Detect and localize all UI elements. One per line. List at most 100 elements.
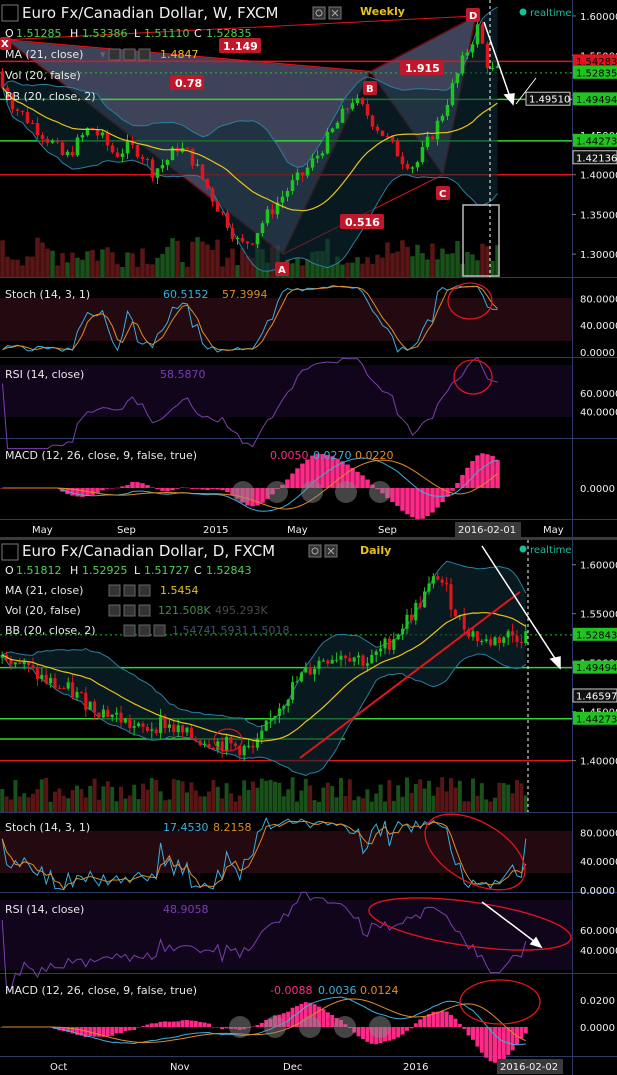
macd-hist-bar	[300, 463, 305, 488]
candle-body	[370, 654, 374, 664]
weekly-bb-label[interactable]: BB (20, close, 2)	[5, 90, 96, 103]
macd-hist-bar	[391, 1027, 396, 1040]
macd-hist-bar	[395, 488, 400, 506]
svg-text:▾: ▾	[100, 48, 106, 61]
macd-hist-bar	[470, 461, 475, 488]
weekly-stoch-label[interactable]: Stoch (14, 3, 1)	[5, 288, 90, 301]
volume-bar	[485, 246, 490, 277]
candle-body	[194, 738, 198, 741]
macd-hist-bar	[325, 1012, 330, 1027]
volume-bar	[355, 257, 360, 277]
volume-bar	[334, 797, 339, 812]
volume-bar	[490, 260, 495, 277]
macd-hist-bar	[215, 488, 220, 490]
weekly-macd-label[interactable]: MACD (12, 26, close, 9, false, true)	[5, 449, 197, 462]
candle-body	[431, 576, 435, 584]
weekly-zoom-out-icon[interactable]	[266, 481, 288, 503]
osc-tick-label: 40.0000	[580, 321, 617, 332]
daily-header-gear-icon[interactable]	[308, 544, 322, 558]
volume-bar	[523, 795, 528, 812]
candle-body	[110, 714, 114, 717]
macd-hist-bar	[149, 1023, 154, 1027]
volume-bar	[286, 789, 291, 812]
weekly-ma-icons[interactable]	[108, 48, 151, 61]
weekly-stoch-panel[interactable]: Stoch (14, 3, 1) 60.5152 57.3994 80.0000…	[0, 282, 617, 359]
macd-hist-bar	[145, 485, 150, 488]
daily-stoch-panel[interactable]: Stoch (14, 3, 1) 17.4530 8.2158 80.0000 4…	[0, 799, 617, 906]
weekly-scroll-left-icon[interactable]	[232, 481, 254, 503]
weekly-title[interactable]: Euro Fx/Canadian Dollar, W, FXCM	[22, 4, 278, 22]
macd-hist-bar	[410, 488, 415, 518]
daily-macd-label[interactable]: MACD (12, 26, close, 9, false, true)	[5, 984, 197, 997]
daily-rsi-label[interactable]: RSI (14, close)	[5, 903, 84, 916]
candle-body	[264, 720, 268, 731]
weekly-stoch-k: 60.5152	[163, 288, 209, 301]
candle-body	[247, 745, 251, 747]
daily-rsi-panel[interactable]: RSI (14, close) 48.9058 60.0000 40.0000	[0, 888, 617, 991]
volume-bar	[427, 780, 431, 812]
candle-body	[40, 135, 45, 139]
candle-body	[280, 196, 285, 203]
volume-bar	[105, 781, 110, 812]
daily-macd-highlight	[459, 979, 541, 1025]
volume-bar	[57, 788, 62, 812]
daily-bb-label[interactable]: BB (20, close, 2)	[5, 624, 96, 637]
volume-bar	[299, 790, 304, 812]
candle-body	[374, 651, 378, 655]
weekly-ma-label[interactable]: MA (21, close)	[5, 48, 83, 61]
weekly-realtime-label: realtime	[530, 8, 572, 19]
candle-body	[225, 736, 229, 752]
volume-bar	[300, 265, 305, 277]
candle-body	[66, 682, 70, 689]
weekly-vol-label[interactable]: Vol (20, false)	[5, 69, 81, 82]
macd-hist-bar	[390, 488, 395, 503]
weekly-scroll-right-icon[interactable]	[369, 481, 391, 503]
volume-bar	[242, 780, 247, 812]
price-tag-label: 1.49494	[576, 663, 617, 674]
daily-scroll-left-icon[interactable]	[229, 1016, 251, 1038]
daily-stoch-label[interactable]: Stoch (14, 3, 1)	[5, 821, 90, 834]
daily-ma-icons[interactable]	[108, 584, 151, 597]
daily-bb-icons[interactable]	[123, 624, 166, 637]
weekly-rsi-label[interactable]: RSI (14, close)	[5, 368, 84, 381]
daily-zoom-out-icon[interactable]	[264, 1016, 286, 1038]
candle-body	[335, 122, 340, 129]
weekly-zoom-in-icon[interactable]	[335, 481, 357, 503]
macd-hist-bar	[110, 1027, 115, 1036]
daily-vol-icons[interactable]	[108, 604, 151, 617]
candle-body	[154, 729, 158, 734]
candle-body	[75, 137, 80, 156]
weekly-time-axis[interactable]: May Sep 2015 May Sep 2016-02-01 May	[32, 522, 564, 537]
volume-bar	[70, 252, 75, 277]
volume-bar	[457, 780, 462, 812]
macd-hist-bar	[114, 1027, 119, 1034]
candle-body	[405, 614, 409, 629]
daily-macd-histogram	[0, 996, 528, 1064]
candle-body	[471, 631, 475, 637]
weekly-rsi-axis: 60.0000 40.0000	[580, 389, 617, 419]
candle-body	[176, 725, 180, 733]
daily-time-axis[interactable]: Oct Nov Dec 2016 2016-02-02	[50, 1059, 563, 1074]
volume-bar	[400, 796, 405, 812]
time-tick-label: 2016-02-02	[500, 1062, 558, 1073]
weekly-reset-icon[interactable]	[301, 481, 323, 503]
weekly-header-gear-icon[interactable]	[312, 6, 326, 20]
osc-tick-label: 0.0000	[580, 1023, 615, 1034]
macd-hist-bar	[90, 488, 95, 495]
daily-zoom-in-icon[interactable]	[334, 1016, 356, 1038]
macd-hist-bar	[141, 1026, 145, 1027]
macd-hist-bar	[290, 473, 295, 488]
daily-reset-icon[interactable]	[299, 1016, 321, 1038]
volume-bar	[140, 248, 145, 277]
daily-stoch-k: 17.4530	[163, 821, 209, 834]
weekly-rsi-panel[interactable]: RSI (14, close) 58.5870 60.0000 40.0000	[0, 356, 617, 450]
weekly-price-panel[interactable]	[0, 0, 572, 519]
weekly-header-close-icon[interactable]	[328, 6, 342, 20]
daily-vol-label[interactable]: Vol (20, false)	[5, 604, 81, 617]
daily-ma-label[interactable]: MA (21, close)	[5, 584, 83, 597]
daily-title[interactable]: Euro Fx/Canadian Dollar, D, FXCM	[22, 542, 275, 560]
daily-header-close-icon[interactable]	[324, 544, 338, 558]
volume-bar	[85, 251, 90, 277]
daily-macd-macd: 0.0036	[318, 984, 357, 997]
daily-scroll-right-icon[interactable]	[369, 1016, 391, 1038]
